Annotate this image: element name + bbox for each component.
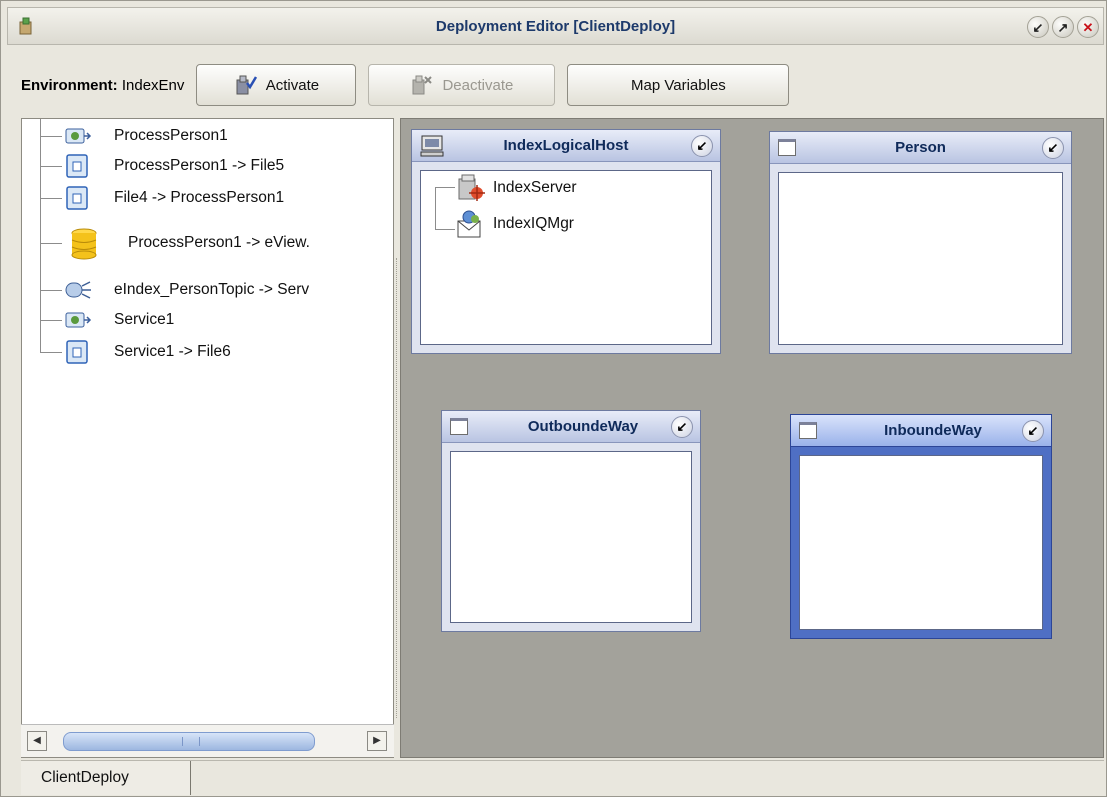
maximize-icon[interactable]: ↗ — [1052, 16, 1074, 38]
tab-clientdeploy[interactable]: ClientDeploy — [21, 761, 191, 795]
deactivate-icon — [412, 75, 433, 95]
minimize-icon[interactable]: ↙ — [1022, 420, 1044, 442]
tree-item-label: File4 -> ProcessPerson1 — [114, 189, 285, 206]
window-controls: ↙ ↗ ✕ — [1027, 16, 1099, 38]
deactivate-label: Deactivate — [442, 76, 514, 94]
person-box[interactable]: Person ↙ — [769, 131, 1072, 354]
connection-icon — [66, 340, 88, 364]
deployment-canvas[interactable]: IndexLogicalHost ↙ IndexServer IndexIQMg… — [400, 118, 1104, 758]
box-title: Person — [895, 139, 946, 156]
scroll-thumb[interactable] — [63, 732, 315, 751]
tree-item-label: Service1 -> File6 — [114, 343, 231, 360]
box-header[interactable]: Person ↙ — [770, 132, 1071, 164]
tree-item-label: eIndex_PersonTopic -> Serv — [114, 281, 310, 298]
topic-icon — [65, 281, 91, 299]
box-header[interactable]: InboundeWay ↙ — [791, 415, 1051, 447]
queue-manager-icon — [457, 210, 481, 238]
host-item-label: IndexServer — [493, 179, 577, 196]
tree-item-label: ProcessPerson1 -> eView. — [128, 234, 310, 251]
activate-button[interactable]: Activate — [196, 64, 357, 106]
box-title: IndexLogicalHost — [503, 137, 629, 154]
box-body — [799, 455, 1043, 630]
service-icon — [65, 312, 92, 328]
environment-label-text: Environment: — [21, 76, 118, 94]
tree-item-label: ProcessPerson1 -> File5 — [114, 157, 285, 174]
deployment-editor-window: Deployment Editor [ClientDeploy] ↙ ↗ ✕ E… — [0, 0, 1107, 797]
host-item-label: IndexIQMgr — [493, 215, 574, 232]
environment-label: Environment: IndexEnv — [21, 77, 184, 94]
box-body — [450, 451, 692, 623]
activate-icon — [236, 75, 257, 95]
tree-item-label: ProcessPerson1 — [114, 127, 228, 144]
minimize-icon[interactable]: ↙ — [671, 416, 693, 438]
project-tree: ProcessPerson1 ProcessPerson1 -> File5 F… — [21, 118, 394, 758]
environment-value: IndexEnv — [121, 76, 185, 94]
map-variables-label: Map Variables — [631, 76, 726, 94]
box-title: InboundeWay — [884, 422, 982, 439]
window-title: Deployment Editor [ClientDeploy] — [435, 18, 676, 35]
box-body — [778, 172, 1063, 345]
box-body: IndexServer IndexIQMgr — [420, 170, 712, 345]
tree-line — [40, 119, 41, 352]
close-icon[interactable]: ✕ — [1077, 16, 1099, 38]
logical-host-box[interactable]: IndexLogicalHost ↙ IndexServer IndexIQMg… — [411, 129, 721, 354]
inbound-eway-box[interactable]: InboundeWay ↙ — [790, 414, 1052, 639]
minimize-icon[interactable]: ↙ — [691, 135, 713, 157]
tree-horizontal-scrollbar[interactable]: ◀ ▶ — [21, 724, 394, 757]
connection-icon — [66, 186, 88, 210]
restore-icon[interactable]: ↙ — [1027, 16, 1049, 38]
box-title: OutboundeWay — [527, 418, 639, 435]
connection-icon — [66, 154, 88, 178]
minimize-icon[interactable]: ↙ — [1042, 137, 1064, 159]
box-header[interactable]: OutboundeWay ↙ — [442, 411, 700, 443]
deactivate-button[interactable]: Deactivate — [368, 64, 556, 106]
tree-item-label: Service1 — [114, 311, 175, 328]
map-variables-button[interactable]: Map Variables — [567, 64, 790, 106]
database-icon — [71, 228, 97, 260]
title-bar[interactable]: Deployment Editor [ClientDeploy] ↙ ↗ ✕ — [7, 7, 1104, 45]
service-icon — [65, 128, 92, 144]
box-header[interactable]: IndexLogicalHost ↙ — [412, 130, 720, 162]
toolbar: Environment: IndexEnv Activate Deactivat… — [21, 63, 801, 107]
host-item-indexserver[interactable]: IndexServer — [455, 173, 577, 203]
host-item-indexiqmgr[interactable]: IndexIQMgr — [455, 209, 574, 239]
outbound-eway-box[interactable]: OutboundeWay ↙ — [441, 410, 701, 632]
activate-label: Activate — [265, 76, 320, 94]
server-icon — [458, 174, 485, 201]
scroll-left-icon[interactable]: ◀ — [27, 731, 47, 751]
scroll-right-icon[interactable]: ▶ — [367, 731, 387, 751]
